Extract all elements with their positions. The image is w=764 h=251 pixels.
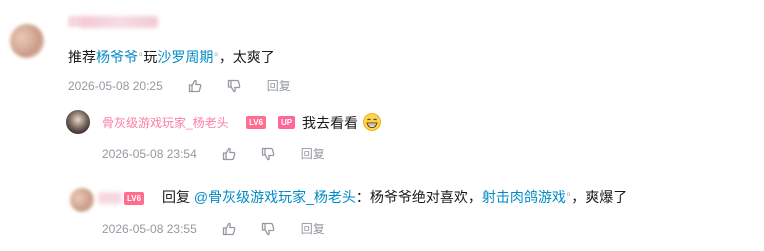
reply-username[interactable] <box>98 192 122 204</box>
reply-meta: 2026-05-08 23:54 回复 <box>102 146 325 162</box>
up-badge: UP <box>278 116 296 129</box>
comment-text-suffix: ，太爽了 <box>218 49 275 65</box>
reply-username[interactable]: 骨灰级游戏玩家_杨老头 <box>102 115 229 131</box>
comment-link-yangyeye[interactable]: 杨爷爷 <box>96 49 138 65</box>
thumbs-down-icon[interactable] <box>261 147 275 161</box>
reply-timestamp: 2026-05-08 23:55 <box>102 222 197 236</box>
commenter-avatar[interactable] <box>10 24 44 58</box>
comment-text: 推荐杨爷爷ᵒ玩沙罗周期ᵒ，太爽了 <box>68 47 275 67</box>
comment-text-prefix: 推荐 <box>68 49 96 65</box>
reply-button[interactable]: 回复 <box>267 79 291 93</box>
reply-timestamp: 2026-05-08 23:54 <box>102 147 197 161</box>
comment-link-game[interactable]: 沙罗周期 <box>157 49 213 65</box>
level-badge: LV6 <box>246 116 267 129</box>
reply-text-suffix: ，爽爆了 <box>571 189 628 205</box>
search-link-marker-icon: ᵒ <box>566 190 571 200</box>
search-link-marker-icon: ᵒ <box>139 50 143 60</box>
thumbs-up-icon[interactable] <box>222 147 236 161</box>
commenter-username[interactable] <box>80 16 158 28</box>
reply-text-content: ：杨爷爷绝对喜欢， <box>355 189 482 205</box>
mention-link[interactable]: @骨灰级游戏玩家_杨老头 <box>194 189 356 205</box>
reply-button[interactable]: 回复 <box>301 222 325 236</box>
comment-meta: 2026-05-08 20:25 回复 <box>68 78 291 94</box>
comment-text-mid: 玩 <box>143 49 158 65</box>
thumbs-up-icon[interactable] <box>222 222 236 236</box>
reply-prefix: 回复 <box>162 189 194 205</box>
reply-button[interactable]: 回复 <box>301 147 325 161</box>
reply-link-game[interactable]: 射击肉鸽游戏 <box>482 189 566 205</box>
reply-meta: 2026-05-08 23:55 回复 <box>102 221 325 237</box>
search-link-marker-icon: ᵒ <box>214 50 218 60</box>
reply-avatar[interactable] <box>66 110 90 134</box>
reply-text: 回复 @骨灰级游戏玩家_杨老头：杨爷爷绝对喜欢，射击肉鸽游戏ᵒ，爽爆了 <box>162 187 627 207</box>
thumbs-down-icon[interactable] <box>261 222 275 236</box>
grinning-sweat-emoji-icon <box>362 112 382 132</box>
reply-text-content: 我去看看 <box>302 115 358 131</box>
reply-text: 我去看看 <box>302 112 382 133</box>
level-badge: LV6 <box>124 192 145 205</box>
reply-avatar[interactable] <box>70 188 94 212</box>
thumbs-up-icon[interactable] <box>188 79 202 93</box>
thumbs-down-icon[interactable] <box>227 79 241 93</box>
comment-timestamp: 2026-05-08 20:25 <box>68 79 163 93</box>
